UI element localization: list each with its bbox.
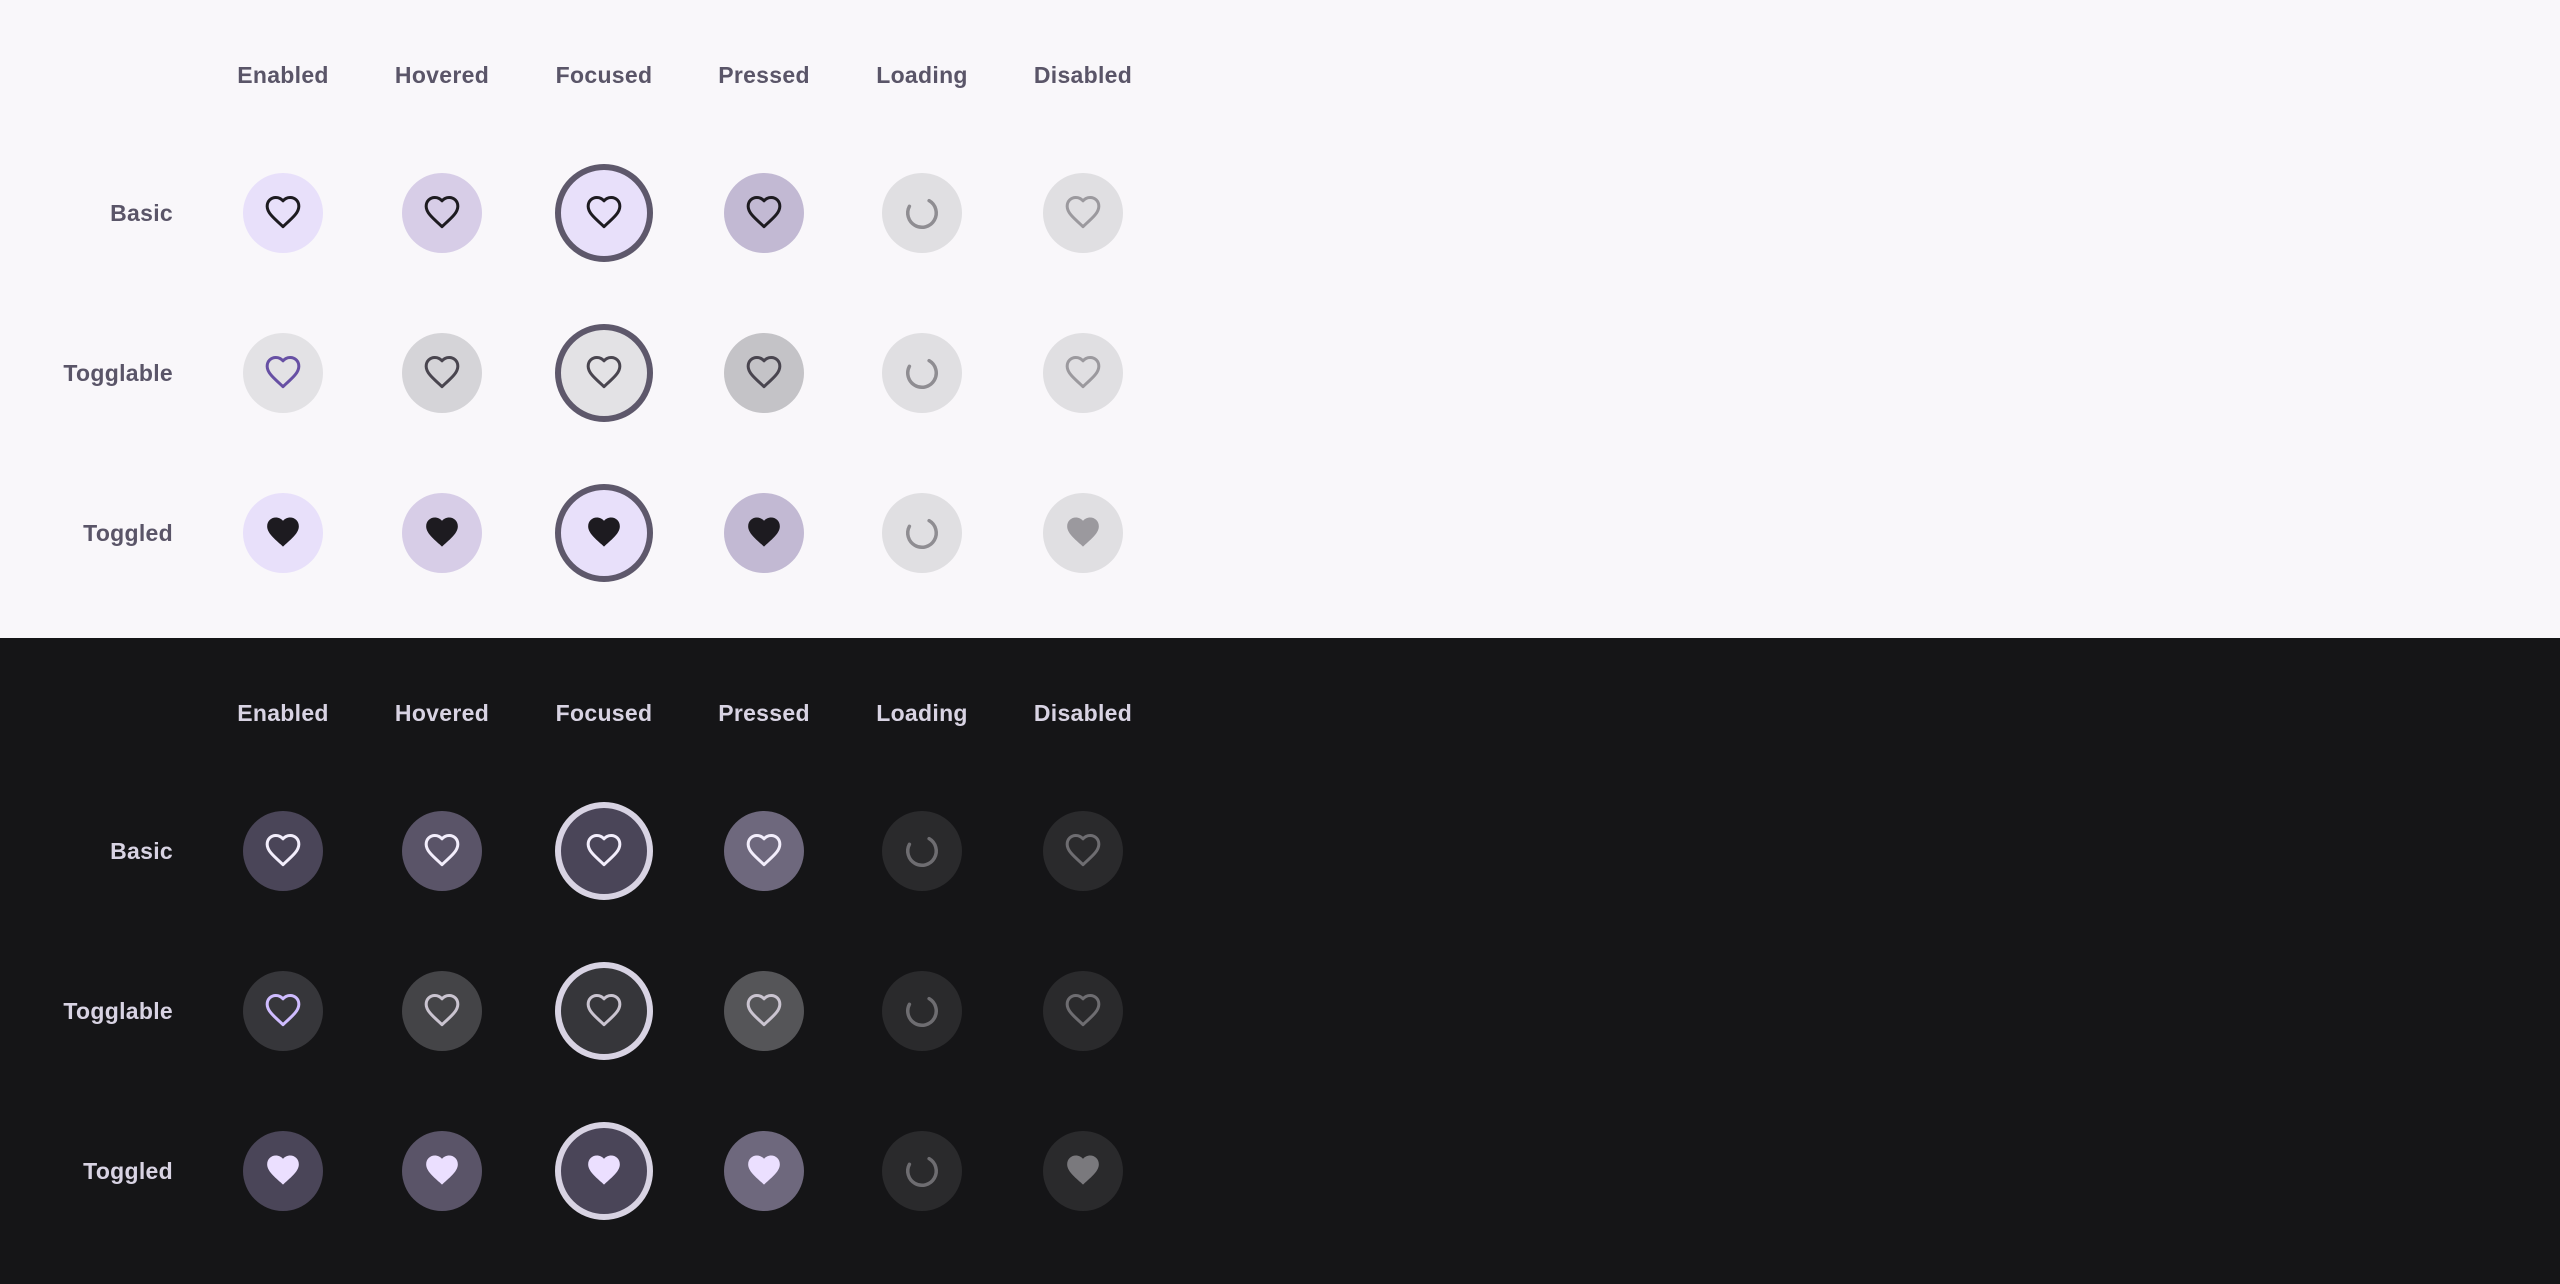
heart-outline-icon [745, 194, 783, 232]
dark-toggled-enabled-icon-button[interactable] [243, 1131, 323, 1211]
heart-outline-icon [423, 992, 461, 1030]
heart-outline-icon [745, 992, 783, 1030]
dark-basic-pressed-icon-button[interactable] [724, 811, 804, 891]
heart-outline-icon [1064, 992, 1102, 1030]
light-togglable-disabled-icon-button [1043, 333, 1123, 413]
heart-outline-icon [1064, 832, 1102, 870]
dark-basic-disabled-icon-button [1043, 811, 1123, 891]
heart-filled-icon [745, 514, 783, 552]
light-basic-pressed-icon-button[interactable] [724, 173, 804, 253]
column-header-enabled: Enabled [237, 62, 329, 88]
heart-outline-icon [1064, 194, 1102, 232]
row-label-basic: Basic [110, 838, 173, 864]
dark-togglable-loading-icon-button [882, 971, 962, 1051]
heart-outline-icon [585, 832, 623, 870]
progress-spinner-icon [903, 354, 941, 392]
heart-filled-icon [1064, 514, 1102, 552]
column-header-focused: Focused [555, 700, 653, 726]
heart-outline-icon [423, 194, 461, 232]
light-toggled-pressed-icon-button[interactable] [724, 493, 804, 573]
row-label-toggled: Toggled [83, 1158, 173, 1184]
light-toggled-focused-icon-button[interactable] [555, 484, 653, 582]
dark-toggled-pressed-icon-button[interactable] [724, 1131, 804, 1211]
heart-outline-icon [1064, 354, 1102, 392]
heart-filled-icon [423, 1152, 461, 1190]
dark-basic-focused-icon-button[interactable] [555, 802, 653, 900]
light-basic-enabled-icon-button[interactable] [243, 173, 323, 253]
dark-basic-hovered-icon-button[interactable] [402, 811, 482, 891]
dark-togglable-focused-icon-button[interactable] [555, 962, 653, 1060]
light-toggled-loading-icon-button [882, 493, 962, 573]
heart-filled-icon [1064, 1152, 1102, 1190]
heart-filled-icon [745, 1152, 783, 1190]
dark-togglable-enabled-icon-button[interactable] [243, 971, 323, 1051]
dark-togglable-disabled-icon-button [1043, 971, 1123, 1051]
light-togglable-hovered-icon-button[interactable] [402, 333, 482, 413]
column-header-hovered: Hovered [394, 62, 490, 88]
heart-outline-icon [264, 194, 302, 232]
heart-outline-icon [423, 354, 461, 392]
dark-toggled-hovered-icon-button[interactable] [402, 1131, 482, 1211]
heart-outline-icon [585, 354, 623, 392]
heart-filled-icon [423, 514, 461, 552]
progress-spinner-icon [903, 514, 941, 552]
progress-spinner-icon [903, 1152, 941, 1190]
heart-filled-icon [585, 514, 623, 552]
heart-filled-icon [264, 1152, 302, 1190]
row-label-basic: Basic [110, 200, 173, 226]
column-header-hovered: Hovered [394, 700, 490, 726]
light-toggled-disabled-icon-button [1043, 493, 1123, 573]
column-header-loading: Loading [876, 62, 968, 88]
light-togglable-enabled-icon-button[interactable] [243, 333, 323, 413]
heart-outline-icon [264, 354, 302, 392]
heart-filled-icon [585, 1152, 623, 1190]
progress-spinner-icon [903, 832, 941, 870]
dark-basic-loading-icon-button [882, 811, 962, 891]
dark-toggled-focused-icon-button[interactable] [555, 1122, 653, 1220]
light-basic-hovered-icon-button[interactable] [402, 173, 482, 253]
dark-togglable-pressed-icon-button[interactable] [724, 971, 804, 1051]
light-togglable-loading-icon-button [882, 333, 962, 413]
column-header-pressed: Pressed [718, 700, 810, 726]
dark-togglable-hovered-icon-button[interactable] [402, 971, 482, 1051]
heart-outline-icon [423, 832, 461, 870]
heart-filled-icon [264, 514, 302, 552]
dark-basic-enabled-icon-button[interactable] [243, 811, 323, 891]
row-label-togglable: Togglable [63, 998, 173, 1024]
light-toggled-hovered-icon-button[interactable] [402, 493, 482, 573]
light-togglable-pressed-icon-button[interactable] [724, 333, 804, 413]
heart-outline-icon [745, 832, 783, 870]
light-basic-focused-icon-button[interactable] [555, 164, 653, 262]
column-header-enabled: Enabled [237, 700, 329, 726]
column-header-disabled: Disabled [1033, 700, 1133, 726]
light-basic-loading-icon-button [882, 173, 962, 253]
light-basic-disabled-icon-button [1043, 173, 1123, 253]
heart-outline-icon [264, 832, 302, 870]
column-header-focused: Focused [555, 62, 653, 88]
dark-toggled-loading-icon-button [882, 1131, 962, 1211]
dark-theme-panel: Enabled Hovered Focused Pressed Loading … [0, 638, 2560, 1284]
column-header-disabled: Disabled [1033, 62, 1133, 88]
light-theme-panel: Enabled Hovered Focused Pressed Loading … [0, 0, 2560, 638]
heart-outline-icon [745, 354, 783, 392]
dark-toggled-disabled-icon-button [1043, 1131, 1123, 1211]
row-label-toggled: Toggled [83, 520, 173, 546]
row-label-togglable: Togglable [63, 360, 173, 386]
light-togglable-focused-icon-button[interactable] [555, 324, 653, 422]
column-header-loading: Loading [876, 700, 968, 726]
heart-outline-icon [585, 194, 623, 232]
heart-outline-icon [264, 992, 302, 1030]
heart-outline-icon [585, 992, 623, 1030]
column-header-pressed: Pressed [718, 62, 810, 88]
progress-spinner-icon [903, 194, 941, 232]
progress-spinner-icon [903, 992, 941, 1030]
light-toggled-enabled-icon-button[interactable] [243, 493, 323, 573]
